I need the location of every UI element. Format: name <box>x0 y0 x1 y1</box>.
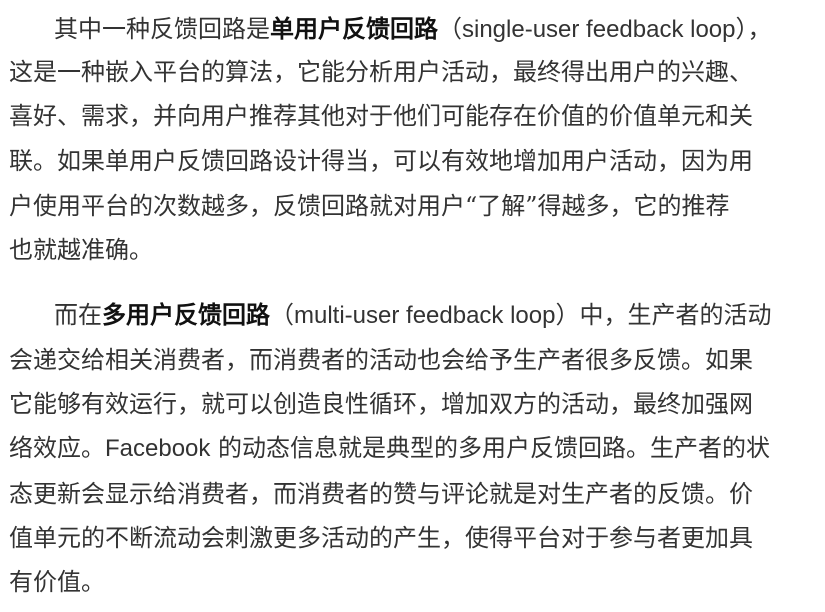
text-run: 其中一种反馈回路是 <box>54 15 270 43</box>
text-line: 会递交给相关消费者，而消费者的活动也会给予生产者很多反馈。如果 <box>9 340 753 380</box>
text-run: （ <box>270 301 294 329</box>
key-term: 多用户反馈回路 <box>102 301 270 329</box>
latin-term: multi-user feedback loop <box>294 302 556 329</box>
text-run: 也就越准确。 <box>9 236 153 264</box>
text-run: （ <box>438 15 462 43</box>
text-run: 喜好、需求，并向用户推荐其他对于他们可能存在价值的价值单元和关 <box>9 102 753 130</box>
text-line: 络效应。Facebook 的动态信息就是典型的多用户反馈回路。生产者的状 <box>9 428 770 468</box>
text-line: 而在多用户反馈回路（multi-user feedback loop）中，生产者… <box>54 295 771 335</box>
latin-term: Facebook <box>105 435 211 462</box>
text-line: 户使用平台的次数越多，反馈回路就对用户“了解”得越多，它的推荐 <box>9 186 730 226</box>
text-run: 值单元的不断流动会刺激更多活动的产生，使得平台对于参与者更加具 <box>9 524 753 552</box>
text-line: 联。如果单用户反馈回路设计得当，可以有效地增加用户活动，因为用 <box>9 141 753 181</box>
text-run: 而在 <box>54 301 102 329</box>
text-run: ）， <box>735 15 772 43</box>
text-run: ）中，生产者的活动 <box>555 301 772 329</box>
text-run: 这是一种嵌入平台的算法，它能分析用户活动，最终得出用户的兴趣、 <box>9 58 753 86</box>
text-line: 有价值。 <box>9 562 105 602</box>
text-run: 联。如果单用户反馈回路设计得当，可以有效地增加用户活动，因为用 <box>9 147 753 175</box>
document-page: 其中一种反馈回路是单用户反馈回路（single-user feedback lo… <box>0 0 825 612</box>
text-run: 户使用平台的次数越多，反馈回路就对用户“了解”得越多，它的推荐 <box>9 192 730 220</box>
text-run: 会递交给相关消费者，而消费者的活动也会给予生产者很多反馈。如果 <box>9 346 753 374</box>
text-run: 的动态信息就是典型的多用户反馈回路。生产者的状 <box>210 434 771 462</box>
text-line: 态更新会显示给消费者，而消费者的赞与评论就是对生产者的反馈。价 <box>9 474 753 514</box>
latin-term: single-user feedback loop <box>462 16 736 43</box>
text-line: 它能够有效运行，就可以创造良性循环，增加双方的活动，最终加强网 <box>9 384 753 424</box>
text-line: 其中一种反馈回路是单用户反馈回路（single-user feedback lo… <box>54 9 772 49</box>
text-run: 有价值。 <box>9 568 105 596</box>
text-run: 态更新会显示给消费者，而消费者的赞与评论就是对生产者的反馈。价 <box>9 480 753 508</box>
key-term: 单用户反馈回路 <box>270 15 438 43</box>
text-line: 这是一种嵌入平台的算法，它能分析用户活动，最终得出用户的兴趣、 <box>9 52 753 92</box>
text-line: 也就越准确。 <box>9 230 153 270</box>
text-line: 值单元的不断流动会刺激更多活动的产生，使得平台对于参与者更加具 <box>9 518 753 558</box>
text-line: 喜好、需求，并向用户推荐其他对于他们可能存在价值的价值单元和关 <box>9 96 753 136</box>
text-run: 它能够有效运行，就可以创造良性循环，增加双方的活动，最终加强网 <box>9 390 753 418</box>
text-run: 络效应。 <box>9 434 105 462</box>
